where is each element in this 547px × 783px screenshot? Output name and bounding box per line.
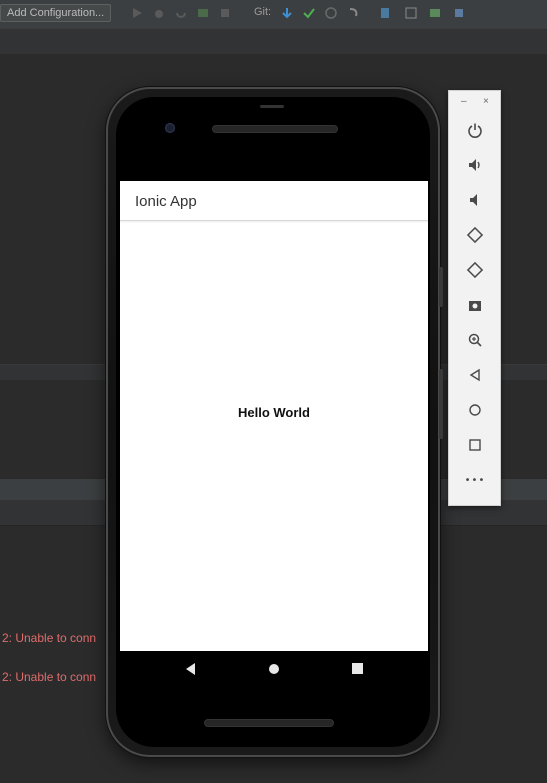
top-sensor (260, 105, 284, 108)
git-rollback-icon[interactable] (346, 6, 360, 20)
hello-world-text: Hello World (238, 405, 310, 420)
attach-icon[interactable] (196, 6, 210, 20)
top-speaker (212, 125, 338, 133)
stop-icon[interactable] (218, 6, 232, 20)
emulator-toolbar: – × ••• (448, 90, 501, 506)
add-configuration-button[interactable]: Add Configuration... (0, 4, 112, 22)
volume-up-icon[interactable] (463, 153, 487, 177)
back-icon[interactable] (463, 363, 487, 387)
power-icon[interactable] (463, 118, 487, 142)
ide-tab-bar (0, 30, 547, 54)
git-commit-icon[interactable] (302, 6, 316, 20)
bottom-speaker (204, 719, 334, 727)
rotate-left-icon[interactable] (463, 223, 487, 247)
zoom-icon[interactable] (463, 328, 487, 352)
git-label: Git: (254, 6, 272, 18)
debug-icon[interactable] (152, 6, 166, 20)
log-line-2: 2: Unable to conn (2, 670, 97, 684)
phone-screen[interactable]: Ionic App Hello World (120, 181, 428, 651)
android-nav-bar (120, 651, 428, 689)
front-camera (165, 123, 175, 133)
overview-icon[interactable] (463, 433, 487, 457)
nav-recents-icon[interactable] (352, 663, 363, 674)
coverage-icon[interactable] (174, 6, 188, 20)
more-icon[interactable]: ••• (463, 468, 487, 492)
git-update-icon[interactable] (280, 6, 294, 20)
device-file-icon[interactable] (428, 6, 442, 20)
app-toolbar: Ionic App (120, 181, 428, 221)
nav-home-icon[interactable] (269, 664, 279, 674)
rotate-right-icon[interactable] (463, 258, 487, 282)
phone-frame: Ionic App Hello World (106, 87, 443, 757)
layout-inspector-icon[interactable] (404, 6, 418, 20)
minimize-button[interactable]: – (461, 96, 467, 107)
volume-side-button[interactable] (439, 369, 443, 439)
app-title: Ionic App (135, 193, 197, 210)
nav-back-icon[interactable] (186, 663, 195, 675)
volume-down-icon[interactable] (463, 188, 487, 212)
avd-manager-icon[interactable] (378, 6, 392, 20)
power-side-button[interactable] (439, 267, 443, 307)
log-line-1: 2: Unable to conn (2, 631, 97, 645)
run-icon[interactable] (130, 6, 144, 20)
sdk-manager-icon[interactable] (452, 6, 466, 20)
ide-toolbar: Add Configuration... Git: (0, 0, 547, 30)
close-button[interactable]: × (483, 96, 489, 107)
git-history-icon[interactable] (324, 6, 338, 20)
camera-icon[interactable] (463, 293, 487, 317)
home-icon[interactable] (463, 398, 487, 422)
